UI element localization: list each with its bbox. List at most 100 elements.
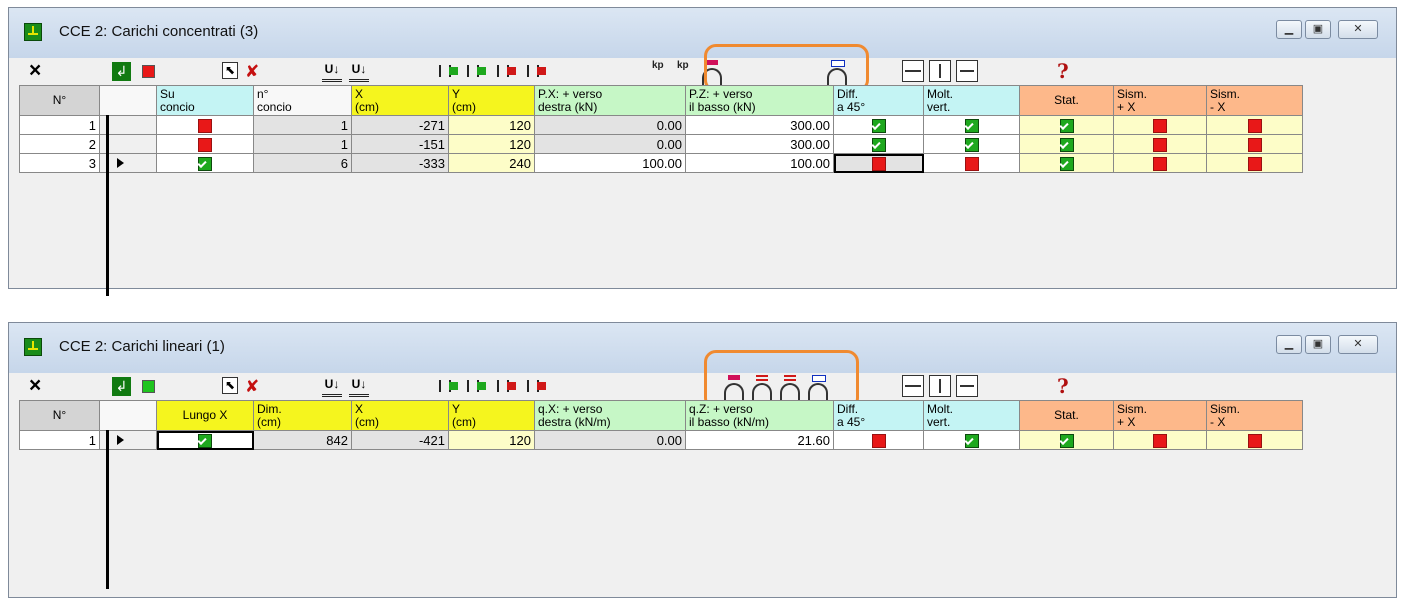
fit-height-icon[interactable] [929,60,951,82]
sism-px-cell[interactable] [1113,134,1207,154]
close-window-button[interactable]: ✕ [1338,335,1378,354]
col-qx[interactable]: q.X: + verso destra (kN/m) [534,400,686,431]
y-cell[interactable]: 120 [448,115,535,135]
qx-cell[interactable]: 0.00 [534,430,686,450]
col-qz[interactable]: q.Z: + verso il basso (kN/m) [685,400,834,431]
col-n-concio[interactable]: n° concio [253,85,352,116]
table-row[interactable]: 2 1 -151 120 0.00 300.00 [19,134,1303,154]
x-cell[interactable]: -271 [351,115,449,135]
insert-row-icon[interactable] [437,377,459,397]
x-cell[interactable]: -421 [351,430,449,450]
col-y[interactable]: Y (cm) [448,85,535,116]
col-n[interactable]: N° [19,85,100,116]
diff-cell[interactable] [833,134,924,154]
row-number[interactable]: 2 [19,134,100,154]
sism-mx-checkbox[interactable] [1247,137,1262,152]
dim-cell[interactable]: 842 [253,430,352,450]
load-down-alt-icon[interactable]: U↓ [349,62,369,82]
sism-mx-checkbox[interactable] [1247,118,1262,133]
col-molt[interactable]: Molt. vert. [923,85,1020,116]
status-square-icon[interactable] [142,380,155,393]
col-lungo-x[interactable]: Lungo X [156,400,254,431]
kp-right-icon[interactable]: kp [677,60,701,80]
diff-checkbox[interactable] [871,137,886,152]
row-number[interactable]: 3 [19,153,100,173]
molt-checkbox[interactable] [964,433,979,448]
n-concio-cell[interactable]: 6 [253,153,352,173]
enter-icon[interactable]: ↲ [112,377,131,396]
close-icon[interactable]: × [29,58,41,82]
col-sism-mx[interactable]: Sism. - X [1206,85,1303,116]
molt-checkbox[interactable] [964,156,979,171]
su-concio-cell[interactable] [156,153,254,173]
x-cell[interactable]: -151 [351,134,449,154]
help-icon[interactable]: ? [1057,58,1069,83]
sism-mx-cell[interactable] [1206,115,1303,135]
molt-checkbox[interactable] [964,137,979,152]
close-icon[interactable]: × [29,373,41,397]
load-down-icon[interactable]: U↓ [322,377,342,397]
col-stat[interactable]: Stat. [1019,400,1114,431]
fit-height-icon[interactable] [929,375,951,397]
table-row[interactable]: 3 6 -333 240 100.00 100.00 [19,153,1303,173]
maximize-button[interactable]: ▣ [1305,20,1331,39]
sism-px-checkbox[interactable] [1153,118,1167,133]
px-cell[interactable]: 0.00 [534,134,686,154]
sism-px-cell[interactable] [1113,115,1207,135]
stat-cell[interactable] [1019,430,1114,450]
col-x[interactable]: X (cm) [351,85,449,116]
molt-cell[interactable] [923,153,1020,173]
delete-rows-icon[interactable] [525,377,547,397]
col-dim[interactable]: Dim. (cm) [253,400,352,431]
col-x[interactable]: X (cm) [351,400,449,431]
enter-icon[interactable]: ↲ [112,62,131,81]
diff-cell[interactable] [833,153,924,173]
molt-cell[interactable] [923,134,1020,154]
lungo-x-checkbox[interactable] [198,433,212,448]
su-concio-checkbox[interactable] [198,118,212,133]
molt-cell[interactable] [923,115,1020,135]
diff-checkbox[interactable] [871,156,886,171]
y-cell[interactable]: 120 [448,430,535,450]
help-icon[interactable]: ? [1057,373,1069,398]
stat-checkbox[interactable] [1059,156,1074,171]
col-px[interactable]: P.X: + verso destra (kN) [534,85,686,116]
stat-cell[interactable] [1019,115,1114,135]
pointer-icon[interactable]: ⬉ [222,62,238,79]
col-su-concio[interactable]: Su concio [156,85,254,116]
split-horizontal-icon[interactable] [902,375,924,397]
px-cell[interactable]: 0.00 [534,115,686,135]
table-row[interactable]: 1 1 -271 120 0.00 300.00 [19,115,1303,135]
molt-cell[interactable] [923,430,1020,450]
sism-px-checkbox[interactable] [1153,137,1167,152]
stat-checkbox[interactable] [1059,137,1074,152]
load-down-icon[interactable]: U↓ [322,62,342,82]
insert-rows-icon[interactable] [465,377,487,397]
sism-mx-cell[interactable] [1206,430,1303,450]
minimize-button[interactable]: ▁ [1276,335,1302,354]
load-down-alt-icon[interactable]: U↓ [349,377,369,397]
su-concio-checkbox[interactable] [198,137,212,152]
table-row[interactable]: 1 842 -421 120 0.00 21.60 [19,430,1303,450]
px-cell[interactable]: 100.00 [534,153,686,173]
sism-px-cell[interactable] [1113,153,1207,173]
su-concio-cell[interactable] [156,134,254,154]
fit-width-icon[interactable] [956,60,978,82]
y-cell[interactable]: 120 [448,134,535,154]
col-sism-px[interactable]: Sism. + X [1113,85,1207,116]
sism-mx-cell[interactable] [1206,134,1303,154]
diff-checkbox[interactable] [871,118,886,133]
delete-row-icon[interactable] [495,377,517,397]
diff-checkbox[interactable] [871,433,886,448]
split-horizontal-icon[interactable] [902,60,924,82]
row-number[interactable]: 1 [19,430,100,450]
close-window-button[interactable]: ✕ [1338,20,1378,39]
no-pointer-icon[interactable]: ✘ [245,377,259,397]
kp-left-icon[interactable]: kp [652,60,676,80]
x-cell[interactable]: -333 [351,153,449,173]
col-diff[interactable]: Diff. a 45° [833,85,924,116]
col-pz[interactable]: P.Z: + verso il basso (kN) [685,85,834,116]
status-square-icon[interactable] [142,65,155,78]
col-molt[interactable]: Molt. vert. [923,400,1020,431]
maximize-button[interactable]: ▣ [1305,335,1331,354]
